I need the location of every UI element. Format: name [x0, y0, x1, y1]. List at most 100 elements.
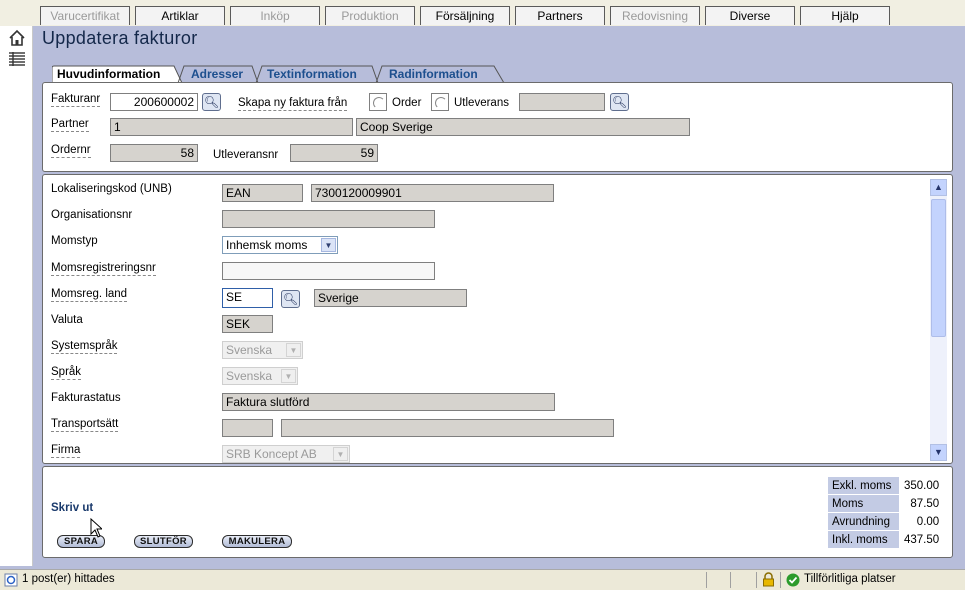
utleveransnr-field[interactable]: 59 — [290, 144, 378, 162]
print-link[interactable]: Skriv ut — [51, 502, 93, 514]
footer-panel: Skriv ut SPARA SLUTFÖR MAKULERA Exkl. mo… — [42, 466, 953, 558]
chevron-down-icon: ▼ — [281, 369, 296, 383]
invoice-header-panel: Fakturanr 200600002 🔍︎ Skapa ny faktura … — [42, 82, 953, 172]
tab-textinformation[interactable]: Textinformation — [267, 67, 357, 82]
search-icon: 🔍︎ — [611, 95, 628, 109]
order-label: Order — [392, 97, 422, 109]
menu-tab-produktion[interactable]: Produktion — [325, 6, 415, 25]
status-label: Fakturastatus — [51, 392, 121, 404]
lokalisering-label: Lokaliseringskod (UNB) — [51, 183, 172, 195]
tab-radinformation[interactable]: Radinformation — [389, 67, 478, 82]
totals-label: Exkl. moms — [827, 476, 900, 495]
fakturanr-search-button[interactable]: 🔍︎ — [202, 93, 221, 111]
transport-code-field[interactable] — [222, 419, 273, 437]
firma-value: SRB Koncept AB — [226, 447, 317, 461]
scroll-down-button[interactable]: ▼ — [930, 444, 947, 461]
totals-value: 87.50 — [898, 494, 945, 513]
totals-row: Avrundning 0.00 — [827, 512, 945, 531]
ordernr-label: Ordernr — [51, 144, 91, 158]
utleverans-radio[interactable] — [431, 93, 449, 111]
menu-tab-inkop[interactable]: Inköp — [230, 6, 320, 25]
invoice-details-panel: Lokaliseringskod (UNB) EAN 7300120009901… — [42, 174, 953, 464]
momsland-label: Momsreg. land — [51, 288, 128, 302]
sprak-label: Språk — [51, 366, 82, 380]
status-text: 1 post(er) hittades — [22, 573, 115, 585]
firma-label: Firma — [51, 444, 81, 458]
cursor-arrow-icon — [90, 518, 102, 538]
totals-value: 350.00 — [898, 476, 945, 495]
partner-label: Partner — [51, 118, 89, 132]
momsland-name-field[interactable]: Sverige — [314, 289, 467, 307]
menu-tab-redovisning[interactable]: Redovisning — [610, 6, 700, 25]
security-zone-text: Tillförlitliga platser — [804, 573, 896, 585]
status-divider — [706, 572, 707, 588]
order-radio[interactable] — [369, 93, 387, 111]
tab-huvudinformation[interactable]: Huvudinformation — [57, 67, 160, 82]
menu-tab-artiklar[interactable]: Artiklar — [135, 6, 225, 25]
firma-select[interactable]: SRB Koncept AB ▼ — [222, 445, 350, 463]
valuta-field[interactable]: SEK — [222, 315, 273, 333]
menu-tab-varucertifikat[interactable]: Varucertifikat — [40, 6, 130, 25]
utleverans-search-button[interactable]: 🔍︎ — [610, 93, 629, 111]
chevron-down-icon: ▼ — [333, 447, 348, 461]
scroll-thumb[interactable] — [931, 199, 946, 337]
momstyp-select[interactable]: Inhemsk moms ▼ — [222, 236, 338, 254]
tab-adresser[interactable]: Adresser — [191, 67, 243, 82]
fakturanr-field[interactable]: 200600002 — [110, 93, 198, 111]
ordernr-field[interactable]: 58 — [110, 144, 198, 162]
totals-row: Moms 87.50 — [827, 494, 945, 513]
momsreg-field[interactable] — [222, 262, 435, 280]
home-icon[interactable] — [8, 29, 26, 47]
org-label: Organisationsnr — [51, 209, 133, 221]
menu-tab-diverse[interactable]: Diverse — [705, 6, 795, 25]
sprak-value: Svenska — [226, 369, 273, 383]
totals-row: Exkl. moms 350.00 — [827, 476, 945, 495]
finish-button[interactable]: SLUTFÖR — [134, 535, 193, 548]
browser-status-bar: 1 post(er) hittades Tillförlitliga plats… — [0, 569, 965, 590]
skapa-label: Skapa ny faktura från — [238, 97, 348, 111]
systemsprak-select[interactable]: Svenska ▼ — [222, 341, 303, 359]
transport-label: Transportsätt — [51, 418, 119, 432]
fakturanr-label: Fakturanr — [51, 93, 101, 107]
totals-value: 437.50 — [898, 530, 945, 549]
status-divider — [756, 572, 757, 588]
utleverans-label: Utleverans — [454, 97, 509, 109]
momsland-search-button[interactable]: 🔍︎ — [281, 290, 300, 308]
list-icon[interactable] — [8, 51, 26, 67]
momsland-code-field[interactable]: SE — [222, 288, 273, 308]
momstyp-value: Inhemsk moms — [226, 238, 308, 252]
lokalisering-type-field[interactable]: EAN — [222, 184, 303, 202]
top-menu-bar: Varucertifikat Artiklar Inköp Produktion… — [0, 0, 965, 26]
cancel-button[interactable]: MAKULERA — [222, 535, 292, 548]
sprak-select[interactable]: Svenska ▼ — [222, 367, 298, 385]
org-field[interactable] — [222, 210, 435, 228]
lokalisering-value-field[interactable]: 7300120009901 — [311, 184, 554, 202]
totals-row: Inkl. moms 437.50 — [827, 530, 945, 549]
search-icon: 🔍︎ — [282, 292, 299, 306]
status-divider — [780, 572, 781, 588]
utleverans-field[interactable] — [519, 93, 605, 111]
search-icon: 🔍︎ — [203, 95, 220, 109]
page-title: Uppdatera fakturor — [42, 28, 198, 48]
lock-icon — [762, 572, 775, 587]
transport-name-field[interactable] — [281, 419, 614, 437]
totals-value: 0.00 — [898, 512, 945, 531]
totals-table: Exkl. moms 350.00 Moms 87.50 Avrundning 0.0… — [827, 476, 945, 549]
status-field[interactable]: Faktura slutförd — [222, 393, 555, 411]
totals-label: Moms — [827, 494, 900, 513]
momstyp-label: Momstyp — [51, 235, 98, 247]
totals-label: Avrundning — [827, 512, 900, 531]
partner-id-field[interactable]: 1 — [110, 118, 353, 136]
totals-label: Inkl. moms — [827, 530, 900, 549]
left-rail — [0, 26, 33, 566]
menu-tab-partners[interactable]: Partners — [515, 6, 605, 25]
valuta-label: Valuta — [51, 314, 83, 326]
details-scrollbar[interactable]: ▲ ▼ — [930, 179, 947, 461]
scroll-up-button[interactable]: ▲ — [930, 179, 947, 196]
menu-tab-hjalp[interactable]: Hjälp — [800, 6, 890, 25]
menu-tab-forsaljning[interactable]: Försäljning — [420, 6, 510, 25]
partner-name-field[interactable]: Coop Sverige — [356, 118, 690, 136]
systemsprak-value: Svenska — [226, 343, 273, 357]
status-divider — [730, 572, 731, 588]
systemsprak-label: Systemspråk — [51, 340, 118, 354]
